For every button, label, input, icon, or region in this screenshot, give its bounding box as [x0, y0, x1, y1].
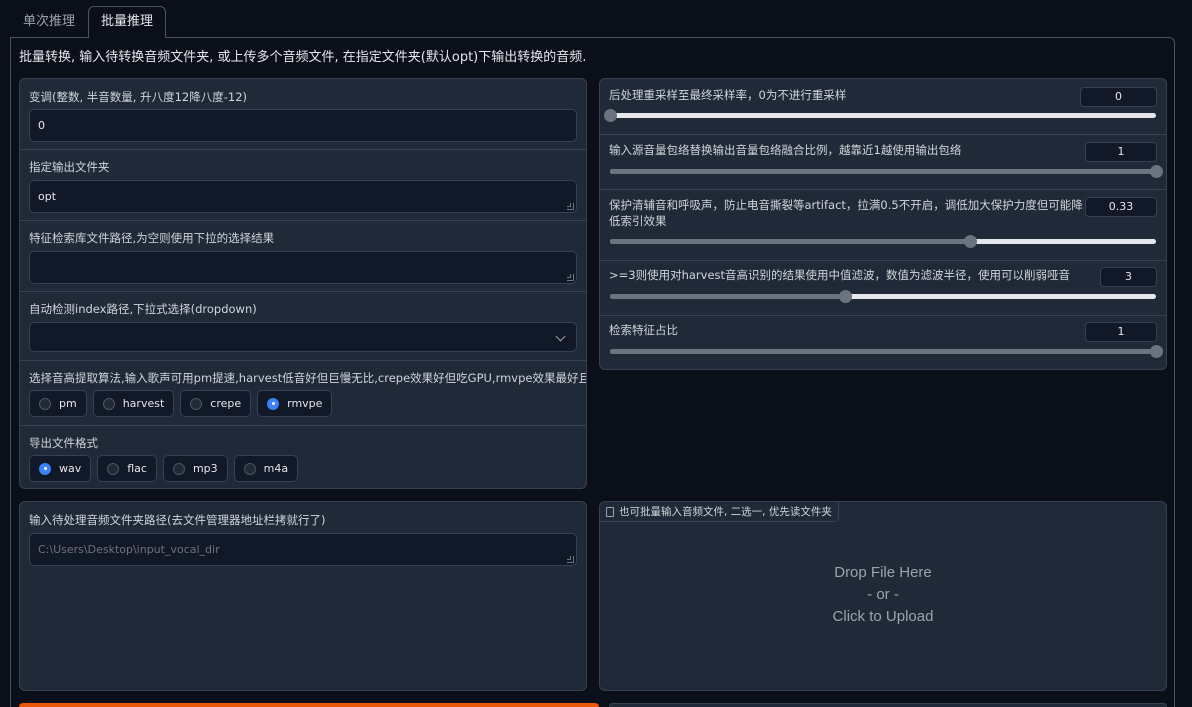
filter-radius-slider-block: >=3则使用对harvest音高识别的结果使用中值滤波，数值为滤波半径，使用可以…: [600, 261, 1166, 316]
transpose-input[interactable]: 0: [29, 109, 577, 142]
chevron-down-icon: [555, 331, 566, 342]
drop-text-group: Drop File Here - or - Click to Upload: [600, 562, 1166, 628]
resample-slider-block: 后处理重采样至最终采样率，0为不进行重采样 0: [600, 79, 1166, 135]
slider-thumb[interactable]: [604, 109, 617, 122]
radio-label: pm: [59, 397, 77, 410]
protect-slider-block: 保护清辅音和呼吸声，防止电音撕裂等artifact，拉满0.5不开启，调低加大保…: [600, 190, 1166, 261]
slider-fill: [610, 239, 971, 244]
export-format-block: 导出文件格式 wav flac mp3 m4a: [20, 426, 586, 488]
index-rate-number-input[interactable]: 1: [1085, 322, 1157, 342]
upload-tag: 也可批量输入音频文件, 二选一, 优先读文件夹: [600, 502, 839, 522]
radio-dot-icon: [102, 397, 115, 410]
radio-label: crepe: [210, 397, 242, 410]
right-sliders-panel: 后处理重采样至最终采样率，0为不进行重采样 0 输入源音量包络替换输出音量包络融…: [599, 78, 1167, 370]
resize-handle-icon[interactable]: [567, 556, 574, 563]
slider-fill: [610, 349, 1156, 354]
rms-mix-slider-block: 输入源音量包络替换输出音量包络融合比例，越靠近1越使用输出包络 1: [600, 135, 1166, 190]
export-format-label: 导出文件格式: [29, 436, 98, 450]
input-folder-input[interactable]: C:\Users\Desktop\input_vocal_dir: [29, 533, 577, 566]
filter-radius-slider[interactable]: [610, 290, 1156, 303]
resample-slider[interactable]: [604, 109, 1156, 122]
radio-pm[interactable]: pm: [29, 390, 87, 417]
pitch-algo-radio-group: pm harvest crepe rmvpe: [29, 390, 333, 417]
resample-number-input[interactable]: 0: [1080, 87, 1157, 107]
click-upload-text: Click to Upload: [832, 608, 934, 625]
output-info-box: [609, 703, 1167, 707]
radio-dot-icon: [172, 462, 185, 475]
export-format-radio-group: wav flac mp3 m4a: [29, 455, 299, 482]
auto-index-label: 自动检测index路径,下拉式选择(dropdown): [29, 302, 257, 316]
radio-label: m4a: [263, 462, 289, 475]
output-dir-block: 指定输出文件夹 opt: [20, 150, 586, 221]
tab-bar: 单次推理 批量推理: [10, 6, 167, 38]
convert-button[interactable]: [19, 703, 599, 707]
radio-flac[interactable]: flac: [97, 455, 157, 482]
slider-thumb[interactable]: [1150, 345, 1163, 358]
protect-slider[interactable]: [610, 235, 1156, 248]
slider-thumb[interactable]: [964, 235, 978, 248]
index-rate-slider-block: 检索特征占比 1: [600, 316, 1166, 369]
rms-mix-slider[interactable]: [610, 165, 1163, 178]
radio-label: wav: [59, 462, 82, 475]
left-settings-panel: 变调(整数, 半音数量, 升八度12降八度-12) 0 指定输出文件夹 opt …: [19, 78, 587, 489]
radio-dot-selected-icon: [267, 397, 280, 410]
transpose-block: 变调(整数, 半音数量, 升八度12降八度-12) 0: [20, 79, 586, 150]
rms-mix-number-input[interactable]: 1: [1085, 142, 1157, 162]
transpose-label: 变调(整数, 半音数量, 升八度12降八度-12): [29, 90, 248, 104]
resize-handle-icon[interactable]: [567, 203, 574, 210]
auto-index-dropdown[interactable]: [29, 322, 577, 352]
file-upload-dropzone[interactable]: 也可批量输入音频文件, 二选一, 优先读文件夹 Drop File Here -…: [599, 501, 1167, 691]
index-rate-slider[interactable]: [610, 345, 1163, 358]
radio-mp3[interactable]: mp3: [162, 455, 228, 482]
upload-tag-label: 也可批量输入音频文件, 二选一, 优先读文件夹: [619, 506, 832, 518]
radio-label: flac: [127, 462, 147, 475]
input-folder-panel: 输入待处理音频文件夹路径(去文件管理器地址栏拷就行了) C:\Users\Des…: [19, 501, 587, 691]
input-folder-label: 输入待处理音频文件夹路径(去文件管理器地址栏拷就行了): [29, 513, 326, 527]
tab-single-inference[interactable]: 单次推理: [10, 6, 88, 38]
pitch-algo-block: 选择音高提取算法,输入歌声可用pm提速,harvest低音好但巨慢无比,crep…: [20, 361, 586, 426]
radio-dot-selected-icon: [39, 462, 51, 475]
resize-handle-icon[interactable]: [567, 274, 574, 281]
radio-crepe[interactable]: crepe: [180, 390, 252, 417]
index-path-block: 特征检索库文件路径,为空则使用下拉的选择结果: [20, 221, 586, 292]
radio-harvest[interactable]: harvest: [92, 390, 175, 417]
index-path-input[interactable]: [29, 251, 577, 284]
slider-fill: [610, 169, 1156, 174]
output-dir-input[interactable]: opt: [29, 180, 577, 213]
pitch-algo-label: 选择音高提取算法,输入歌声可用pm提速,harvest低音好但巨慢无比,crep…: [29, 371, 587, 385]
resample-label: 后处理重采样至最终采样率，0为不进行重采样: [609, 88, 847, 102]
radio-label: mp3: [192, 462, 218, 475]
or-text: - or -: [867, 586, 899, 603]
tab-batch-inference[interactable]: 批量推理: [88, 6, 167, 38]
radio-m4a[interactable]: m4a: [233, 455, 299, 482]
index-rate-label: 检索特征占比: [609, 323, 678, 337]
protect-label: 保护清辅音和呼吸声，防止电音撕裂等artifact，拉满0.5不开启，调低加大保…: [609, 198, 1083, 228]
radio-dot-icon: [39, 397, 51, 410]
radio-label: harvest: [122, 397, 165, 410]
index-path-label: 特征检索库文件路径,为空则使用下拉的选择结果: [29, 231, 275, 245]
file-icon: [606, 506, 614, 517]
slider-thumb[interactable]: [1150, 165, 1163, 178]
slider-thumb[interactable]: [838, 290, 852, 303]
output-dir-value: opt: [38, 190, 57, 203]
drop-file-text: Drop File Here: [834, 564, 932, 581]
auto-index-block: 自动检测index路径,下拉式选择(dropdown): [20, 292, 586, 361]
radio-wav[interactable]: wav: [29, 455, 92, 482]
radio-label: rmvpe: [287, 397, 323, 410]
rms-mix-label: 输入源音量包络替换输出音量包络融合比例，越靠近1越使用输出包络: [609, 143, 962, 157]
slider-fill: [610, 294, 845, 299]
filter-radius-label: >=3则使用对harvest音高识别的结果使用中值滤波，数值为滤波半径，使用可以…: [609, 268, 1071, 282]
filter-radius-number-input[interactable]: 3: [1100, 267, 1157, 287]
radio-dot-icon: [107, 462, 120, 475]
input-folder-placeholder: C:\Users\Desktop\input_vocal_dir: [38, 543, 220, 556]
radio-dot-icon: [243, 462, 256, 475]
intro-text: 批量转换, 输入待转换音频文件夹, 或上传多个音频文件, 在指定文件夹(默认op…: [19, 50, 587, 65]
radio-rmvpe[interactable]: rmvpe: [257, 390, 333, 417]
output-dir-label: 指定输出文件夹: [29, 160, 110, 174]
radio-dot-icon: [190, 397, 203, 410]
protect-number-input[interactable]: 0.33: [1085, 197, 1157, 217]
